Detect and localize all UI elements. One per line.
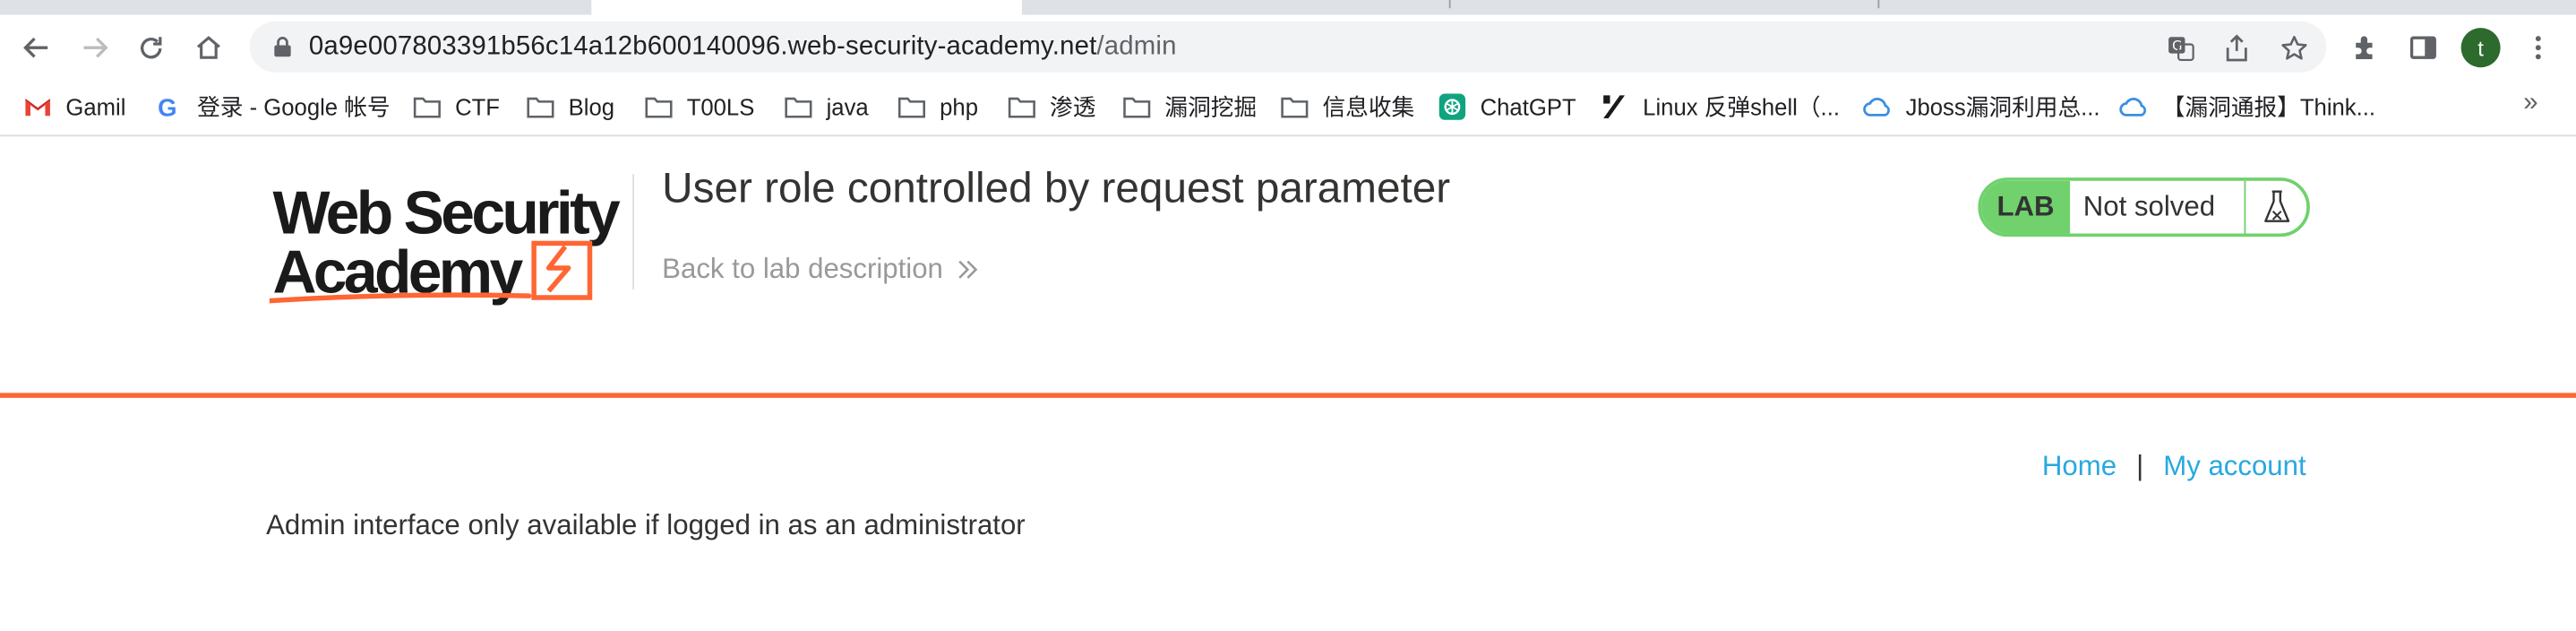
folder-icon [1007, 94, 1036, 120]
folder-icon [784, 94, 813, 120]
cloud-icon [2119, 94, 2149, 120]
home-link[interactable]: Home [2042, 451, 2117, 484]
svg-text:G: G [2171, 38, 2181, 53]
tab-active[interactable] [591, 0, 1022, 15]
bookmark-label: 漏洞挖掘 [1164, 93, 1258, 120]
bookmark-label: 信息收集 [1322, 93, 1415, 120]
double-chevron-right-icon [958, 260, 978, 279]
menu-kebab-icon[interactable] [2521, 31, 2555, 65]
bookmark-gamil[interactable]: Gamil [23, 89, 126, 125]
bookmark-linux-shell[interactable]: Linux 反弹shell（... [1600, 89, 1840, 125]
extensions-icon[interactable] [2349, 31, 2383, 65]
lab-status-text: Not solved [2082, 190, 2216, 222]
bookmark-label: java [826, 93, 869, 120]
bookmark-folder-info-gathering[interactable]: 信息收集 [1280, 89, 1414, 125]
address-bar[interactable]: 0a9e007803391b56c14a12b600140096.web-sec… [249, 21, 2327, 73]
folder-icon [644, 94, 674, 120]
bookmarks-bar: Gamil G 登录 - Google 帐号 CTF Blog T00LS ja… [0, 79, 2576, 137]
header-divider [632, 174, 634, 290]
bookmark-label: 登录 - Google 帐号 [197, 93, 391, 120]
url-host: 0a9e007803391b56c14a12b600140096.web-sec… [308, 32, 1097, 61]
side-panel-icon[interactable] [2407, 31, 2440, 65]
bookmark-folder-php[interactable]: php [897, 89, 978, 125]
my-account-link[interactable]: My account [2163, 451, 2306, 484]
lab-badge: LAB [1981, 180, 2071, 234]
bookmark-google-login[interactable]: G 登录 - Google 帐号 [154, 89, 391, 125]
folder-icon [412, 94, 442, 120]
profile-avatar[interactable]: t [2460, 28, 2501, 68]
bookmark-folder-vuln-hunting[interactable]: 漏洞挖掘 [1122, 89, 1257, 125]
chatgpt-icon [1438, 93, 1467, 120]
google-icon: G [154, 94, 184, 120]
nav-separator: | [2136, 450, 2144, 482]
bookmark-jboss[interactable]: Jboss漏洞利用总... [1863, 89, 2100, 125]
bookmark-folder-blog[interactable]: Blog [526, 89, 614, 125]
tab-strip [0, 0, 2576, 15]
logo-line1: Web Security [272, 179, 621, 246]
bookmark-label: CTF [455, 93, 500, 120]
folder-icon [1280, 94, 1309, 120]
browser-toolbar: 0a9e007803391b56c14a12b600140096.web-sec… [0, 14, 2576, 80]
forward-icon[interactable] [74, 28, 117, 67]
tab-separator [1448, 0, 1451, 9]
bookmark-folder-tools[interactable]: T00LS [644, 89, 754, 125]
bookmark-chatgpt[interactable]: ChatGPT [1438, 89, 1576, 125]
lock-icon[interactable] [272, 36, 292, 57]
tab-separator [1877, 0, 1880, 9]
bookmark-star-icon[interactable] [2277, 31, 2310, 65]
bookmark-label: T00LS [686, 93, 755, 120]
lab-status-widget: LAB Not solved [1978, 177, 2310, 238]
admin-access-message: Admin interface only available if logged… [266, 509, 1026, 541]
cloud-icon [1863, 94, 1893, 120]
bookmark-label: Blog [568, 93, 615, 120]
bookmark-thinkphp[interactable]: 【漏洞通报】Think... [2119, 89, 2375, 125]
web-security-academy-logo[interactable]: Web Security Academy [269, 174, 624, 306]
bookmarks-overflow-button[interactable]: » [2523, 89, 2537, 118]
bookmark-folder-java[interactable]: java [784, 89, 869, 125]
folder-icon [897, 94, 926, 120]
header-accent-bar [0, 393, 2576, 398]
page-content: Web Security Academy User role controlle… [0, 138, 2576, 631]
folder-icon [1122, 94, 1152, 120]
flask-icon [2244, 180, 2306, 234]
bookmark-label: Jboss漏洞利用总... [1905, 93, 2100, 120]
share-icon[interactable] [2220, 31, 2253, 65]
bookmark-folder-pentest[interactable]: 渗透 [1007, 89, 1095, 125]
bookmark-label: 【漏洞通报】Think... [2161, 93, 2376, 120]
top-navigation: Home | My account [2042, 451, 2306, 484]
url-path: /admin [1096, 32, 1177, 61]
tab-inactive-right[interactable] [1021, 0, 2576, 15]
back-link-label: Back to lab description [662, 253, 943, 285]
svg-text:G: G [158, 94, 176, 120]
bookmark-label: Linux 反弹shell（... [1643, 93, 1840, 120]
bookmark-label: Gamil [65, 93, 126, 120]
home-icon[interactable] [187, 28, 230, 67]
url-text[interactable]: 0a9e007803391b56c14a12b600140096.web-sec… [309, 33, 1177, 63]
slash-logo-icon [1600, 94, 1629, 120]
lab-title: User role controlled by request paramete… [662, 162, 1451, 212]
translate-icon[interactable]: G [2164, 31, 2197, 65]
bookmark-label: 渗透 [1050, 93, 1096, 120]
reload-icon[interactable] [130, 28, 173, 67]
gmail-icon [23, 94, 53, 120]
bookmark-label: ChatGPT [1480, 93, 1576, 120]
back-to-lab-description-link[interactable]: Back to lab description [662, 253, 979, 286]
bookmark-label: php [940, 93, 978, 120]
back-icon[interactable] [15, 28, 58, 67]
tab-inactive-left[interactable] [0, 0, 592, 15]
bookmark-folder-ctf[interactable]: CTF [412, 89, 500, 125]
folder-icon [526, 94, 555, 120]
